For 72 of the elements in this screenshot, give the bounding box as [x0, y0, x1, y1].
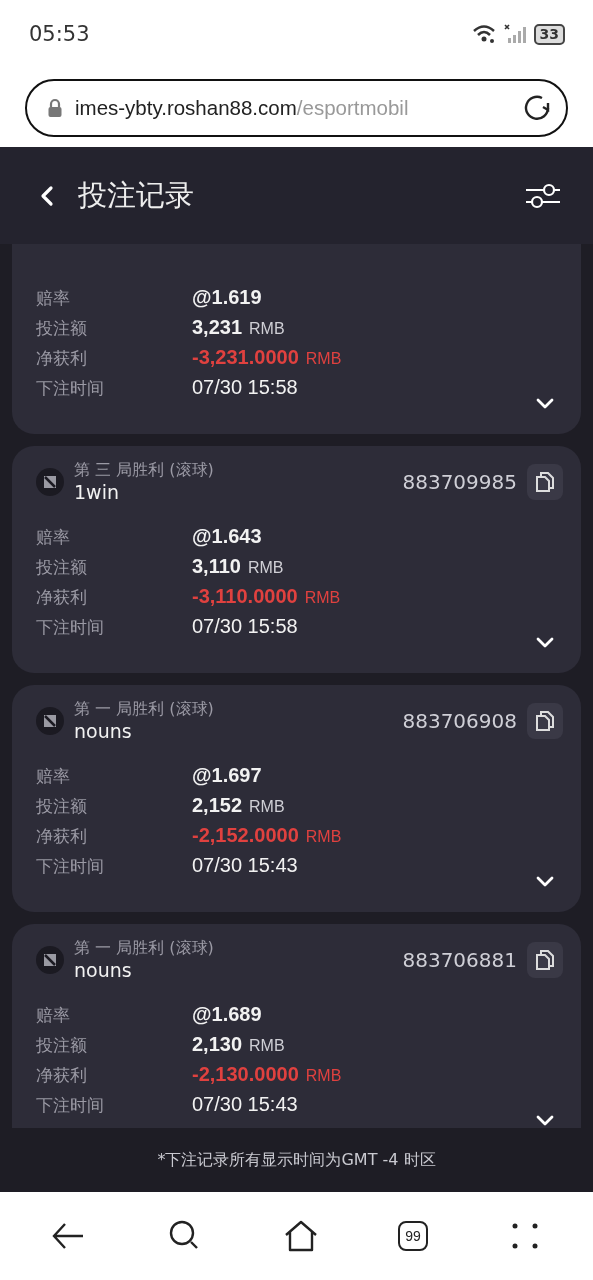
net-profit: -3,231.0000 [192, 346, 299, 369]
copy-icon[interactable] [535, 948, 555, 971]
address-bar[interactable]: imes-ybty.roshan88.com/esportmobil [25, 78, 568, 137]
field-label: 下注时间 [36, 855, 105, 878]
signal-icon [503, 24, 528, 44]
game-icon [36, 467, 64, 496]
currency-label: RMB [249, 1037, 285, 1055]
bet-time: 07/30 15:43 [192, 1093, 298, 1116]
field-label: 投注额 [36, 317, 88, 340]
field-label: 赔率 [36, 526, 71, 549]
odds-value: @1.643 [192, 525, 262, 548]
field-label: 净获利 [36, 586, 88, 609]
bet-id: 883709985 [402, 469, 517, 494]
market-name: 第 一 局胜利 (滚球) [74, 938, 215, 959]
net-profit: -2,130.0000 [192, 1063, 299, 1086]
currency-label: RMB [305, 828, 342, 846]
stake-amount: 3,110 [192, 555, 241, 578]
currency-label: RMB [304, 589, 341, 607]
chevron-down-icon[interactable] [535, 874, 555, 888]
field-label: 下注时间 [36, 1094, 105, 1117]
field-label: 净获利 [36, 347, 88, 370]
bet-time: 07/30 15:58 [192, 615, 298, 638]
page-title: 投注记录 [78, 176, 195, 214]
field-label: 赔率 [36, 287, 71, 310]
chevron-down-icon[interactable] [535, 635, 555, 649]
copy-button[interactable] [527, 941, 563, 978]
field-label: 赔率 [36, 1004, 71, 1027]
currency-label: RMB [249, 320, 285, 338]
bet-time: 07/30 15:43 [192, 854, 298, 877]
field-label: 下注时间 [36, 377, 105, 400]
timezone-note: *下注记录所有显示时间为GMT -4 时区 [157, 1149, 436, 1171]
odds-value: @1.697 [192, 764, 262, 787]
chevron-down-icon[interactable] [535, 396, 555, 410]
tabs-button[interactable]: 99 [398, 1220, 429, 1251]
market-name: 第 三 局胜利 (滚球) [74, 460, 215, 481]
team-name: nouns [74, 959, 133, 981]
bet-id: 883706881 [402, 947, 517, 972]
currency-label: RMB [305, 1067, 342, 1085]
odds-value: @1.689 [192, 1003, 262, 1026]
currency-label: RMB [305, 350, 342, 368]
currency-label: RMB [249, 798, 285, 816]
field-label: 投注额 [36, 795, 88, 818]
copy-button[interactable] [527, 702, 563, 739]
copy-icon[interactable] [535, 709, 555, 732]
stake-amount: 3,231 [192, 316, 243, 339]
field-label: 投注额 [36, 556, 88, 579]
currency-label: RMB [247, 559, 284, 577]
field-label: 净获利 [36, 825, 88, 848]
clock: 05:53 [29, 22, 90, 46]
field-label: 下注时间 [36, 616, 105, 639]
bet-id: 883706908 [402, 708, 517, 733]
field-label: 投注额 [36, 1034, 88, 1057]
bet-time: 07/30 15:58 [192, 376, 298, 399]
copy-icon[interactable] [535, 470, 555, 493]
team-name: nouns [74, 720, 133, 742]
chevron-down-icon[interactable] [535, 1113, 555, 1127]
copy-button[interactable] [527, 463, 563, 500]
field-label: 赔率 [36, 765, 71, 788]
stake-amount: 2,130 [192, 1033, 243, 1056]
market-name: 第 一 局胜利 (滚球) [74, 699, 215, 720]
back-icon[interactable] [40, 184, 54, 207]
game-icon [36, 945, 64, 974]
team-name: 1win [74, 481, 120, 503]
net-profit: -2,152.0000 [192, 824, 299, 847]
game-icon [36, 706, 64, 735]
odds-value: @1.619 [192, 286, 262, 309]
battery-level: 33 [533, 23, 565, 45]
url-text: imes-ybty.roshan88.com/esportmobil [75, 95, 410, 120]
net-profit: -3,110.0000 [192, 585, 298, 608]
stake-amount: 2,152 [192, 794, 243, 817]
lock-icon [47, 97, 63, 118]
field-label: 净获利 [36, 1064, 88, 1087]
